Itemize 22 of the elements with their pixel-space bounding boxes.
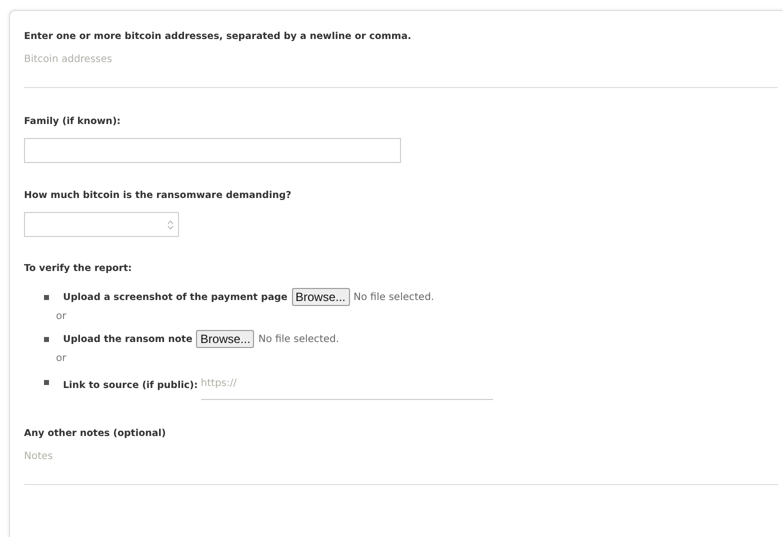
bullet-icon xyxy=(44,380,49,385)
or-text: or xyxy=(55,311,68,322)
bullet-icon xyxy=(44,294,49,300)
field-label: To verify the report: xyxy=(24,263,133,274)
file-status: No file selected. xyxy=(354,292,434,302)
field-label: Any other notes (optional) xyxy=(24,428,167,439)
addresses-field[interactable]: Bitcoin addresses xyxy=(24,42,778,88)
notes-field[interactable]: Notes xyxy=(24,439,778,485)
link-label: Link to source (if public): xyxy=(63,380,198,391)
amount-field[interactable] xyxy=(24,212,179,237)
or-text: or xyxy=(55,353,68,364)
bullet-icon xyxy=(44,336,49,342)
field-label: Enter one or more bitcoin addresses, separated by a newline or comma. xyxy=(24,31,412,42)
field-label: Family (if known): xyxy=(24,116,122,127)
spinner-icon[interactable] xyxy=(167,218,174,230)
file-status: No file selected. xyxy=(258,334,339,344)
upload-label: Upload a screenshot of the payment page xyxy=(63,292,288,302)
field-label: How much bitcoin is the ransomware demanding? xyxy=(24,190,292,201)
browse-button[interactable]: Browse... xyxy=(196,330,254,348)
family-field[interactable] xyxy=(24,138,401,163)
browse-button[interactable]: Browse... xyxy=(292,288,350,306)
upload-label: Upload the ransom note xyxy=(63,334,192,344)
